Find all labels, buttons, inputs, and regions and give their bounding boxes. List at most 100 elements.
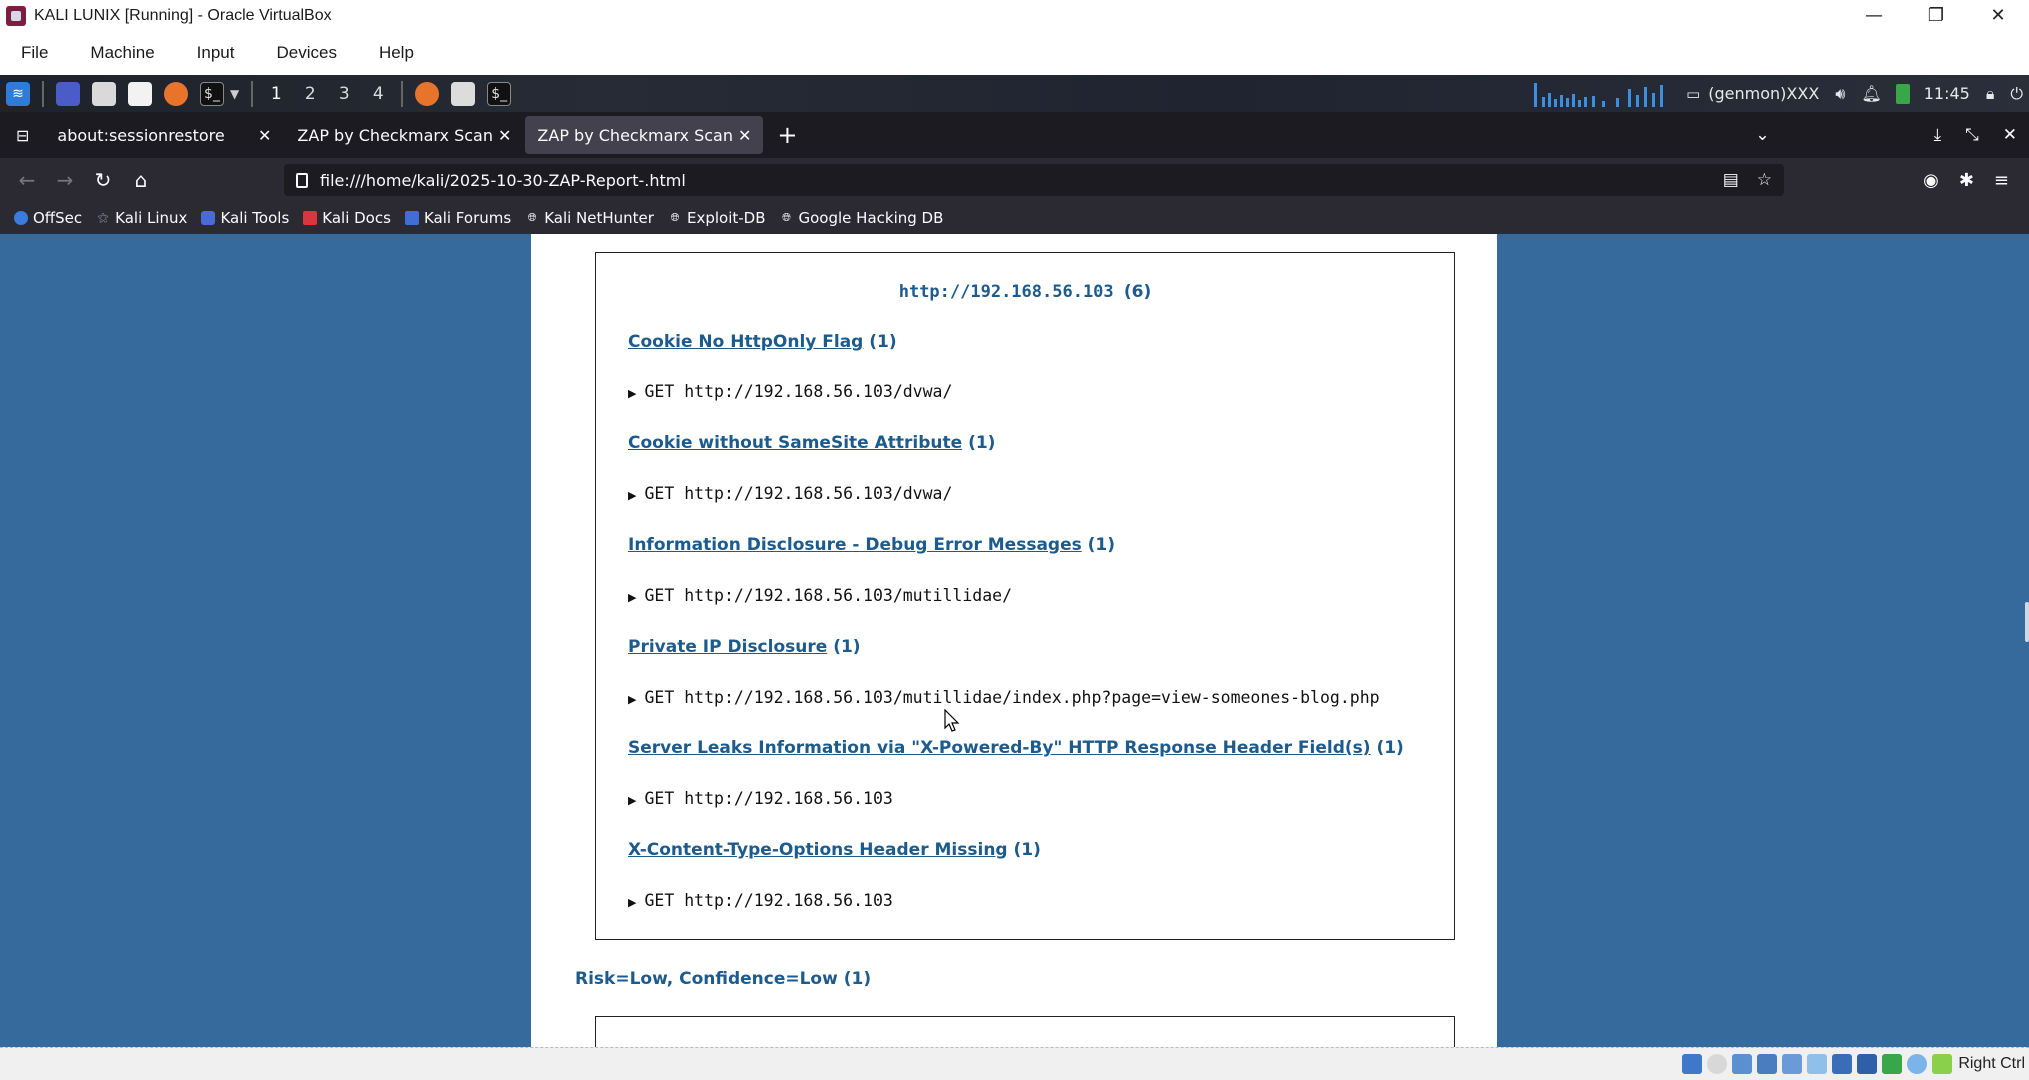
- file-manager-icon[interactable]: [92, 81, 116, 106]
- request-disclosure[interactable]: ▶ GET http://192.168.56.103: [628, 789, 893, 808]
- optical-drive-icon[interactable]: [1707, 1054, 1728, 1074]
- menu-file[interactable]: File: [0, 43, 69, 63]
- terminal-launcher-icon[interactable]: $_: [200, 81, 224, 106]
- volume-icon[interactable]: 🔊︎: [1835, 84, 1845, 104]
- bookmark-kali-tools[interactable]: Kali Tools: [201, 209, 289, 227]
- app-menu-icon[interactable]: ≡: [1994, 170, 2009, 191]
- host-heading: http://192.168.56.103 (6): [898, 282, 1152, 302]
- bookmark-kali-forums[interactable]: Kali Forums: [404, 209, 511, 227]
- menu-devices[interactable]: Devices: [255, 43, 357, 63]
- recording-icon[interactable]: [1857, 1054, 1878, 1074]
- page-scrollbar[interactable]: [2025, 602, 2029, 642]
- close-tab-icon[interactable]: ✕: [258, 126, 271, 145]
- request-disclosure[interactable]: ▶ GET http://192.168.56.103/dvwa/: [628, 484, 952, 503]
- zap-window-icon[interactable]: [451, 81, 476, 106]
- expand-triangle-icon[interactable]: ▶: [628, 896, 636, 909]
- request-disclosure[interactable]: ▶ GET http://192.168.56.103/dvwa/: [628, 382, 952, 401]
- vbox-title-bar: KALI LUNIX [Running] - Oracle VirtualBox…: [0, 0, 2029, 31]
- workspace-2[interactable]: 2: [293, 84, 327, 104]
- lock-icon[interactable]: 🔒︎: [1986, 84, 1995, 104]
- reload-icon[interactable]: ↻: [84, 168, 122, 192]
- close-button[interactable]: ✕: [1967, 0, 2029, 31]
- audio-icon[interactable]: [1732, 1054, 1753, 1074]
- keyboard-capture-icon[interactable]: [1932, 1054, 1953, 1074]
- cpu-status-icon[interactable]: [1882, 1054, 1903, 1074]
- alert-link[interactable]: X-Content-Type-Options Header Missing: [628, 840, 1008, 860]
- firefox-launcher-icon[interactable]: [164, 81, 188, 106]
- display-icon[interactable]: ▭: [1686, 85, 1700, 103]
- bookmark-kali-linux[interactable]: ⚝ Kali Linux: [96, 209, 188, 227]
- network-icon[interactable]: [1757, 1054, 1778, 1074]
- request-disclosure[interactable]: ▶ GET http://192.168.56.103/mutillidae/: [628, 586, 1012, 605]
- downloads-icon[interactable]: ⤓: [1934, 125, 1942, 145]
- workspace-3[interactable]: 3: [327, 84, 361, 104]
- reader-view-icon[interactable]: ▤: [1723, 170, 1739, 190]
- forward-icon[interactable]: →: [46, 168, 84, 192]
- close-tab-icon[interactable]: ✕: [738, 126, 751, 145]
- close-window-icon[interactable]: ✕: [2003, 125, 2017, 145]
- tab-session-restore[interactable]: about:sessionrestore ✕: [45, 116, 283, 154]
- url-bar[interactable]: file:///home/kali/2025-10-30-ZAP-Report-…: [284, 164, 1784, 196]
- new-tab-button[interactable]: +: [777, 121, 797, 149]
- minimize-button[interactable]: —: [1843, 0, 1905, 31]
- home-icon[interactable]: ⌂: [122, 168, 160, 192]
- page-info-icon[interactable]: [296, 172, 308, 188]
- list-all-tabs-icon[interactable]: ⌄: [1755, 125, 1769, 145]
- alert-link[interactable]: Server Leaks Information via "X-Powered-…: [628, 738, 1371, 758]
- tab-zap-report-1[interactable]: ZAP by Checkmarx Scanning Report ✕: [285, 116, 523, 154]
- fullscreen-icon[interactable]: ⤡: [1965, 125, 1979, 145]
- show-desktop-icon[interactable]: [56, 81, 80, 106]
- globe-icon: 🌐︎: [782, 211, 791, 224]
- terminal-window-icon[interactable]: $_: [487, 81, 512, 106]
- host-alerts-box: http://192.168.56.103 (6) Cookie No Http…: [595, 252, 1455, 940]
- notifications-icon[interactable]: 🔔︎: [1861, 84, 1881, 103]
- bookmark-kali-nethunter[interactable]: 🌐︎ Kali NetHunter: [525, 209, 654, 227]
- menu-input[interactable]: Input: [176, 43, 256, 63]
- expand-triangle-icon[interactable]: ▶: [628, 591, 636, 604]
- page-viewport[interactable]: http://192.168.56.103 (6) Cookie No Http…: [0, 234, 2029, 1047]
- panel-tray: ▭ (genmon)XXX 🔊︎ 🔔︎ 11:45 🔒︎ ⏻: [1532, 75, 2029, 112]
- firefox-view-icon[interactable]: ⊟: [16, 126, 29, 145]
- text-editor-icon[interactable]: [128, 81, 152, 106]
- mouse-integration-icon[interactable]: [1907, 1054, 1928, 1074]
- menu-help[interactable]: Help: [358, 43, 435, 63]
- alert-link[interactable]: Cookie No HttpOnly Flag: [628, 332, 863, 352]
- hard-disk-icon[interactable]: [1682, 1054, 1703, 1074]
- bookmark-kali-docs[interactable]: Kali Docs: [303, 209, 391, 227]
- restore-button[interactable]: ❐: [1905, 0, 1967, 31]
- extensions-icon[interactable]: ✱: [1959, 170, 1974, 191]
- alert-link[interactable]: Private IP Disclosure: [628, 637, 827, 657]
- tab-zap-report-2[interactable]: ZAP by Checkmarx Scanning Report ✕: [525, 116, 764, 154]
- usb-icon[interactable]: [1782, 1054, 1803, 1074]
- bookmark-google-hacking-db[interactable]: 🌐︎ Google Hacking DB: [780, 209, 943, 227]
- request-disclosure[interactable]: ▶ GET http://192.168.56.103: [628, 891, 893, 910]
- panel-separator: [251, 80, 254, 107]
- kali-menu-icon[interactable]: ≋: [6, 81, 30, 106]
- account-icon[interactable]: ◉: [1923, 170, 1939, 191]
- menu-machine[interactable]: Machine: [69, 43, 175, 63]
- bookmark-offsec[interactable]: OffSec: [14, 209, 82, 227]
- workspace-1[interactable]: 1: [259, 84, 293, 104]
- mouse-cursor-icon: [944, 709, 960, 732]
- firefox-window-icon[interactable]: [415, 81, 440, 106]
- workspace-4[interactable]: 4: [361, 84, 395, 104]
- battery-icon[interactable]: [1895, 83, 1910, 104]
- expand-triangle-icon[interactable]: ▶: [628, 387, 636, 400]
- bookmark-exploit-db[interactable]: 🌐︎ Exploit-DB: [668, 209, 766, 227]
- expand-triangle-icon[interactable]: ▶: [628, 489, 636, 502]
- back-icon[interactable]: ←: [8, 168, 46, 192]
- alert-heading: Information Disclosure - Debug Error Mes…: [628, 535, 1116, 555]
- expand-triangle-icon[interactable]: ▶: [628, 693, 636, 706]
- request-disclosure[interactable]: ▶ GET http://192.168.56.103/mutillidae/in…: [628, 688, 1380, 707]
- url-text: file:///home/kali/2025-10-30-ZAP-Report-…: [320, 170, 686, 190]
- close-tab-icon[interactable]: ✕: [498, 126, 511, 145]
- display-status-icon[interactable]: [1832, 1054, 1853, 1074]
- power-icon[interactable]: ⏻: [2010, 84, 2023, 104]
- risk-confidence-heading: Risk=Low, Confidence=Low (1): [575, 969, 872, 989]
- alert-link[interactable]: Cookie without SameSite Attribute: [628, 433, 962, 453]
- chevron-down-icon[interactable]: ▼: [230, 87, 239, 101]
- bookmark-star-icon[interactable]: ☆: [1757, 170, 1772, 190]
- shared-folders-icon[interactable]: [1807, 1054, 1828, 1074]
- alert-link[interactable]: Information Disclosure - Debug Error Mes…: [628, 535, 1082, 555]
- expand-triangle-icon[interactable]: ▶: [628, 794, 636, 807]
